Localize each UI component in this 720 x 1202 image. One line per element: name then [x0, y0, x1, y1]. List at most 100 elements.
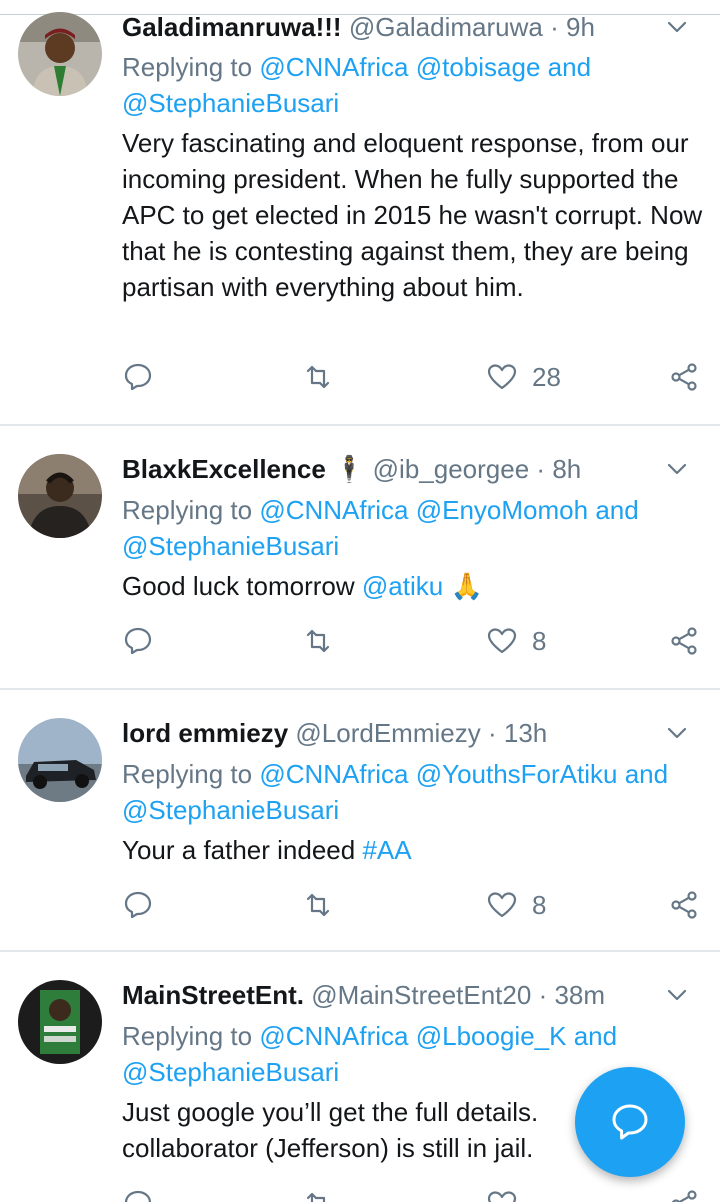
heart-icon [487, 1191, 517, 1202]
tweet-header: lord emmiezy @LordEmmiezy · 13h [122, 715, 707, 751]
retweet-icon [306, 629, 330, 653]
tweet-text: Very fascinating and eloquent response, … [122, 128, 703, 302]
like-count: 28 [532, 361, 561, 392]
reply-and[interactable]: and [595, 495, 638, 525]
retweet-icon [306, 1192, 326, 1202]
reply-button[interactable] [122, 621, 154, 661]
timestamp: 8h [552, 454, 582, 484]
replying-to: Replying to @CNNAfrica @YouthsForAtiku a… [122, 756, 707, 828]
heart-icon [487, 628, 517, 654]
tweet-text-body: Good luck tomorrow [122, 571, 355, 601]
tweet-actions: 8 [122, 621, 712, 661]
retweet-button[interactable] [302, 885, 334, 925]
tweet-text-body: Your a father indeed [122, 835, 356, 865]
separator-dot: · [550, 12, 559, 42]
tweet-actions: 8 [122, 885, 712, 925]
praying-hands-emoji: 🙏 [450, 571, 483, 601]
reply-mentions[interactable]: @CNNAfrica @YouthsForAtiku [259, 759, 617, 789]
display-name[interactable]: lord emmiezy [122, 718, 288, 748]
reply-mentions[interactable]: @CNNAfrica @Lboogie_K [259, 1021, 566, 1051]
tweet-2[interactable]: BlaxkExcellence 🕴 @ib_georgee · 8h Reply… [0, 426, 720, 690]
tweet-text: Good luck tomorrow @atiku 🙏 [122, 568, 707, 604]
timestamp: 13h [503, 718, 548, 748]
reply-mention-last[interactable]: @StephanieBusari [122, 531, 339, 561]
share-icon [671, 627, 697, 655]
replying-to-label: Replying to [122, 1021, 253, 1051]
retweet-button[interactable] [302, 1184, 334, 1202]
retweet-icon [306, 365, 330, 389]
heart-icon [487, 892, 517, 918]
compose-reply-button[interactable] [575, 1067, 685, 1177]
display-name[interactable]: MainStreetEnt. [122, 980, 304, 1010]
like-button[interactable]: 8 [486, 621, 546, 661]
share-icon [671, 891, 697, 919]
separator-dot: · [536, 454, 546, 484]
display-name[interactable]: Galadimanruwa!!! [122, 12, 342, 42]
reply-mentions[interactable]: @CNNAfrica @tobisage [259, 52, 540, 82]
tweet-actions: 28 [122, 357, 712, 397]
share-icon [671, 1190, 697, 1202]
user-handle[interactable]: @LordEmmiezy [295, 718, 480, 748]
retweet-button[interactable] [302, 621, 334, 661]
text-hashtag[interactable]: #AA [362, 835, 411, 865]
reply-button[interactable] [122, 885, 154, 925]
tweet-header: Galadimanruwa!!! @Galadimaruwa · 9h [122, 9, 707, 45]
reply-icon [124, 891, 152, 919]
user-handle[interactable]: @MainStreetEnt20 [311, 980, 531, 1010]
tweet-header: BlaxkExcellence 🕴 @ib_georgee · 8h [122, 451, 707, 487]
text-mention[interactable]: @atiku [362, 571, 443, 601]
replying-to-label: Replying to [122, 759, 253, 789]
chevron-down-icon[interactable] [665, 721, 689, 745]
tweet-actions [122, 1184, 712, 1202]
reply-button[interactable] [122, 357, 154, 397]
avatar[interactable] [18, 718, 102, 802]
replying-to: Replying to @CNNAfrica @EnyoMomoh and @S… [122, 492, 707, 564]
separator-dot: · [487, 718, 497, 748]
like-button[interactable]: 28 [486, 357, 561, 397]
timestamp: 9h [566, 12, 595, 42]
tweet-3[interactable]: lord emmiezy @LordEmmiezy · 13h Replying… [0, 690, 720, 952]
retweet-button[interactable] [302, 357, 334, 397]
replying-to-label: Replying to [122, 495, 253, 525]
timestamp: 38m [554, 980, 606, 1010]
display-name[interactable]: BlaxkExcellence [122, 454, 326, 484]
reply-mentions[interactable]: @CNNAfrica @EnyoMomoh [259, 495, 588, 525]
chevron-down-icon[interactable] [665, 983, 689, 1007]
tweet-text: Your a father indeed #AA [122, 832, 707, 868]
heart-icon [487, 364, 517, 390]
replying-to-label: Replying to [122, 52, 253, 82]
reply-icon [124, 1190, 152, 1202]
reply-icon [124, 363, 152, 391]
like-count: 8 [532, 625, 547, 656]
separator-dot: · [538, 980, 548, 1010]
share-button[interactable] [668, 1184, 700, 1202]
chevron-down-icon[interactable] [665, 457, 689, 481]
like-button[interactable]: 8 [486, 885, 546, 925]
reply-button[interactable] [122, 1184, 154, 1202]
name-emoji: 🕴 [333, 454, 366, 484]
compose-reply-icon [612, 1104, 648, 1140]
like-count: 8 [532, 889, 547, 920]
reply-mention-last[interactable]: @StephanieBusari [122, 1057, 339, 1087]
reply-mention-last[interactable]: @StephanieBusari [122, 795, 339, 825]
user-handle[interactable]: @Galadimaruwa [349, 12, 543, 42]
share-button[interactable] [668, 885, 700, 925]
like-button[interactable] [486, 1184, 518, 1202]
reply-and[interactable]: and [548, 52, 591, 82]
chevron-down-icon[interactable] [665, 15, 689, 39]
avatar[interactable] [18, 980, 102, 1064]
user-handle[interactable]: @ib_georgee [373, 454, 530, 484]
tweet-header: MainStreetEnt. @MainStreetEnt20 · 38m [122, 977, 707, 1013]
tweet-1[interactable]: Galadimanruwa!!! @Galadimaruwa · 9h Repl… [0, 0, 720, 426]
replying-to: Replying to @CNNAfrica @tobisage and @St… [122, 49, 707, 121]
avatar[interactable] [18, 454, 102, 538]
share-button[interactable] [668, 357, 700, 397]
reply-mention-last[interactable]: @StephanieBusari [122, 88, 339, 118]
share-icon [671, 363, 697, 391]
avatar[interactable] [18, 12, 102, 96]
reply-and[interactable]: and [574, 1021, 617, 1051]
reply-icon [124, 627, 152, 655]
retweet-icon [306, 893, 330, 917]
reply-and[interactable]: and [625, 759, 668, 789]
share-button[interactable] [668, 621, 700, 661]
